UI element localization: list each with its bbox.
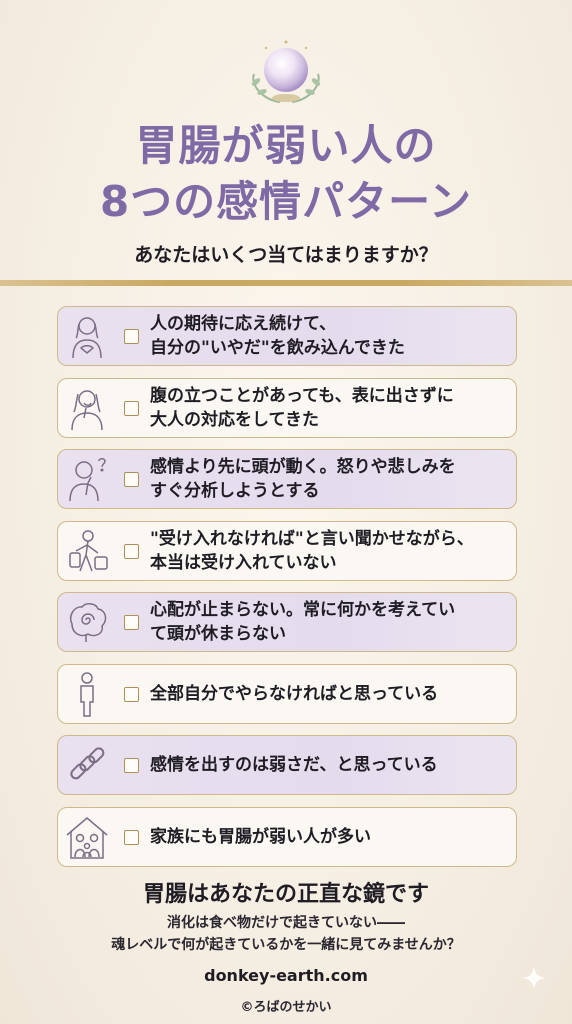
checkbox[interactable] <box>124 615 139 630</box>
footer-title: 胃腸はあなたの正直な鏡です <box>142 882 429 907</box>
pattern-list: 人の期待に応え続けて、 自分の"いやだ"を飲み込んできた 腹の立つことがあっても… <box>57 306 517 878</box>
standing-person-icon <box>80 671 94 717</box>
list-item: 感情より先に頭が動く。怒りや悲しみを すぐ分析しようとする <box>57 449 517 509</box>
person-carrying-luggage-icon <box>69 529 108 571</box>
list-item: 人の期待に応え続けて、 自分の"いやだ"を飲み込んできた <box>57 306 517 366</box>
checkbox[interactable] <box>124 543 139 559</box>
website-link[interactable]: donkey-earth.com <box>0 966 572 985</box>
list-item: "受け入れなければ"と言い聞かせながら、 本当は受け入れていない <box>57 520 517 581</box>
checkbox[interactable] <box>124 686 139 702</box>
thinking-person-icon <box>69 458 106 502</box>
divider <box>0 280 572 286</box>
copyright: ©ろばのせかい <box>240 1000 332 1015</box>
item-text: 腹の立つことがあっても、表に出さずに 大人の対応をしてきた <box>150 385 454 430</box>
footer-line-2: 魂レベルで何が起きているかを一緒に見てみませんか？ <box>111 937 461 953</box>
woman-covering-mouth-icon <box>71 389 103 430</box>
page-title: 胃腸が弱い人の 8つの感情パターン <box>0 118 572 230</box>
chain-icon <box>70 747 105 780</box>
subtitle: あなたはいくつ当てはまりますか？ <box>134 244 438 266</box>
item-text: 全部自分でやらなければと思っている <box>150 683 439 704</box>
list-item: 家族にも胃腸が弱い人が多い <box>57 806 517 867</box>
checkbox[interactable] <box>124 472 139 487</box>
list-item: 全部自分でやらなければと思っている <box>57 663 517 724</box>
checkbox[interactable] <box>124 758 139 773</box>
item-text: 感情より先に頭が動く。怒りや悲しみを すぐ分析しようとする <box>150 457 456 501</box>
item-text: 人の期待に応え続けて、 自分の"いやだ"を飲み込んできた <box>150 314 405 358</box>
title-line-1: 胃腸が弱い人の <box>135 121 437 170</box>
checkbox[interactable] <box>124 329 139 344</box>
woman-hands-on-chest-icon <box>72 317 102 359</box>
footer-message: 消化は食べ物だけで起きていない―― 魂レベルで何が起きているかを一緒に見てみませ… <box>0 912 572 956</box>
checkbox[interactable] <box>124 400 139 416</box>
item-text: 感情を出すのは弱さだ、と思っている <box>150 755 438 775</box>
item-text: "受け入れなければ"と言い聞かせながら、 本当は受け入れていない <box>150 528 474 573</box>
list-item: 心配が止まらない。常に何かを考えてい て頭が休まらない <box>57 592 517 652</box>
list-item: 感情を出すのは弱さだ、と思っている <box>57 735 517 795</box>
checkbox[interactable] <box>124 829 139 845</box>
item-text: 家族にも胃腸が弱い人が多い <box>150 826 371 847</box>
footer-line-1: 消化は食べ物だけで起きていない―― <box>167 915 405 931</box>
family-house-icon <box>66 816 108 859</box>
title-line-2: 8つの感情パターン <box>99 177 473 226</box>
sparkle-icon <box>522 966 546 990</box>
list-item: 腹の立つことがあっても、表に出さずに 大人の対応をしてきた <box>57 377 517 438</box>
item-text: 心配が止まらない。常に何かを考えてい て頭が休まらない <box>150 600 456 644</box>
brain-spiral-icon <box>70 603 107 642</box>
crystal-ball-icon <box>251 40 321 103</box>
